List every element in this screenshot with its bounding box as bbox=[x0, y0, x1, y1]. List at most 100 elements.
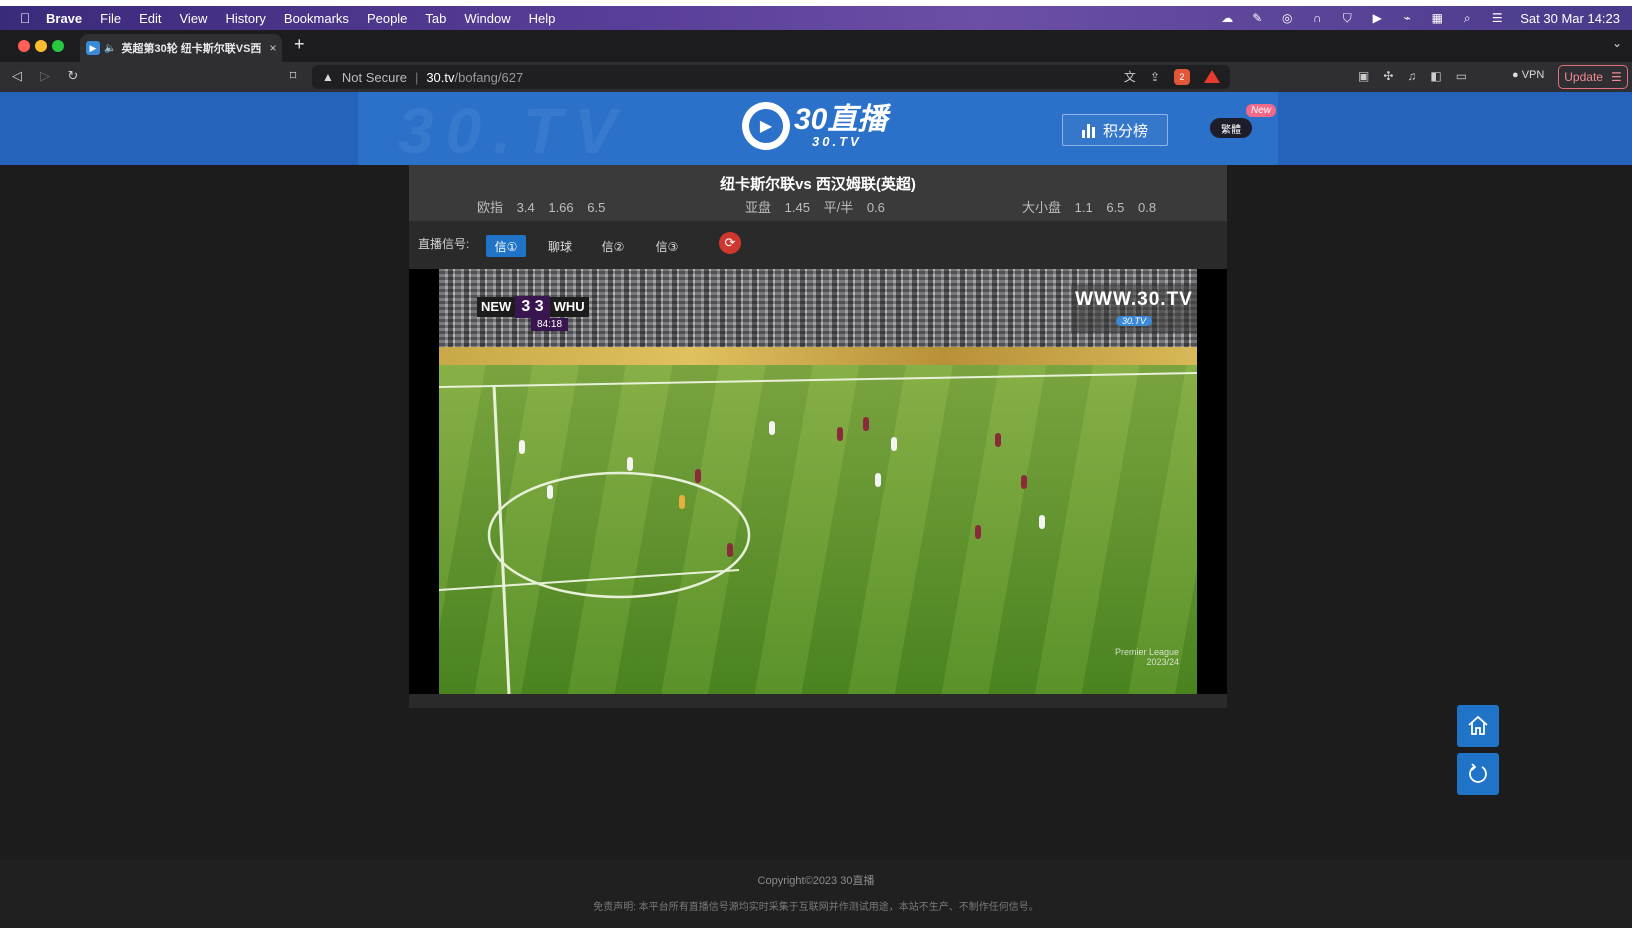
translate-icon[interactable]: 文 bbox=[1124, 68, 1136, 85]
menu-tab[interactable]: Tab bbox=[425, 11, 446, 26]
scoreboard: NEW 3 3 WHU 84:18 bbox=[477, 296, 589, 331]
maximize-window-button[interactable] bbox=[52, 40, 64, 52]
football-pitch bbox=[439, 365, 1197, 694]
video-player[interactable]: NEW 3 3 WHU 84:18 WWW.30.TV 30.TV Premie… bbox=[409, 269, 1227, 694]
away-team: WHU bbox=[549, 297, 589, 317]
flag-uk-icon[interactable]: ▦ bbox=[1430, 11, 1444, 25]
site-logo[interactable]: ▶ 30直播 30.TV bbox=[742, 102, 887, 150]
browser-tab-active[interactable]: ▶ 🔈 英超第30轮 纽卡斯尔联VS西 × bbox=[80, 34, 282, 62]
browser-toolbar: ◁ ▷ ↻ ⌑ ▲ Not Secure | 30.tv /bofang/627… bbox=[0, 62, 1632, 92]
menu-bar-clock[interactable]: Sat 30 Mar 14:23 bbox=[1520, 11, 1620, 26]
odds-asian-away: 0.6 bbox=[866, 200, 885, 215]
address-bar-actions: 文 ⇪ 2 bbox=[1124, 68, 1220, 85]
traditional-chinese-toggle[interactable]: 繁體 bbox=[1210, 118, 1252, 138]
wifi-off-icon[interactable]: ⌁ bbox=[1400, 11, 1414, 25]
headphones-icon[interactable]: ∩ bbox=[1310, 11, 1324, 25]
match-title: 纽卡斯尔联vs 西汉姆联(英超) bbox=[720, 176, 916, 193]
home-icon bbox=[1468, 715, 1488, 735]
menu-app-name[interactable]: Brave bbox=[46, 11, 82, 26]
brave-rewards-icon[interactable] bbox=[1204, 70, 1220, 83]
refresh-icon bbox=[1469, 763, 1487, 783]
address-bar[interactable]: ▲ Not Secure | 30.tv /bofang/627 文 ⇪ 2 bbox=[312, 65, 1230, 89]
match-clock: 84:18 bbox=[531, 318, 569, 331]
wallet-icon[interactable]: ▭ bbox=[1456, 69, 1467, 83]
puzzle-extensions-icon[interactable]: ✣ bbox=[1383, 69, 1393, 83]
screen:  Brave File Edit View History Bookmarks… bbox=[0, 0, 1632, 928]
browser-tab-bar: ▶ 🔈 英超第30轮 纽卡斯尔联VS西 × + ⌄ bbox=[0, 30, 1632, 62]
close-tab-icon[interactable]: × bbox=[264, 41, 282, 55]
watermark-url: WWW.30.TV bbox=[1075, 289, 1193, 310]
signal-label: 直播信号: bbox=[418, 237, 470, 251]
new-tab-button[interactable]: + bbox=[294, 34, 305, 55]
menu-people[interactable]: People bbox=[367, 11, 407, 26]
player-figure bbox=[995, 433, 1001, 447]
control-center-icon[interactable]: ☰ bbox=[1490, 11, 1504, 25]
url-host: 30.tv bbox=[426, 69, 455, 85]
bar-chart-icon bbox=[1081, 122, 1095, 138]
header-watermark: 30.TV bbox=[398, 95, 629, 165]
share-icon[interactable]: ⇪ bbox=[1150, 70, 1160, 84]
sidebar-icon[interactable]: ◧ bbox=[1430, 69, 1441, 83]
minimize-window-button[interactable] bbox=[35, 40, 47, 52]
menu-bookmarks[interactable]: Bookmarks bbox=[284, 11, 349, 26]
menu-window[interactable]: Window bbox=[464, 11, 510, 26]
music-icon[interactable]: ♫ bbox=[1407, 69, 1416, 83]
site-footer: Copyright©2023 30直播 免责声明: 本平台所有直播信号源均实时采… bbox=[0, 860, 1632, 928]
url-separator: | bbox=[414, 69, 419, 85]
brave-shields-icon[interactable]: 2 bbox=[1174, 68, 1190, 85]
player-figure bbox=[863, 417, 869, 431]
tab-list-chevron-icon[interactable]: ⌄ bbox=[1612, 36, 1622, 50]
menu-help[interactable]: Help bbox=[529, 11, 556, 26]
video-watermark: WWW.30.TV 30.TV bbox=[1071, 285, 1197, 333]
menu-edit[interactable]: Edit bbox=[139, 11, 161, 26]
new-badge: New bbox=[1246, 104, 1277, 117]
signal-3-button[interactable]: 信③ bbox=[647, 235, 687, 257]
odds-ou-under: 0.8 bbox=[1138, 200, 1157, 215]
signal-1-button[interactable]: 信① bbox=[486, 235, 526, 257]
signal-selector: 直播信号: 信① 聊球 信② 信③ bbox=[409, 221, 1227, 269]
chat-button[interactable]: 聊球 bbox=[540, 235, 580, 257]
airdrop-icon[interactable]: ◎ bbox=[1280, 11, 1294, 25]
live-video[interactable]: NEW 3 3 WHU 84:18 WWW.30.TV 30.TV Premie… bbox=[439, 269, 1197, 694]
standings-label: 积分榜 bbox=[1102, 122, 1148, 140]
standings-button[interactable]: 积分榜 bbox=[1062, 114, 1168, 146]
spotlight-search-icon[interactable]: ⌕ bbox=[1460, 11, 1474, 25]
tab-title: 英超第30轮 纽卡斯尔联VS西 bbox=[121, 43, 262, 55]
close-window-button[interactable] bbox=[18, 40, 30, 52]
score: 3 3 bbox=[515, 296, 550, 318]
player-figure bbox=[679, 495, 685, 509]
security-status: Not Secure bbox=[341, 69, 407, 85]
site-favicon-icon: ▶ bbox=[86, 41, 100, 55]
reload-icon[interactable]: ↻ bbox=[64, 68, 82, 84]
odds-over-under: 大小盘 1.1 6.5 0.8 bbox=[1022, 197, 1166, 216]
play-icon[interactable]: ▶ bbox=[1370, 11, 1384, 25]
bookmark-icon[interactable]: ⌑ bbox=[284, 68, 302, 84]
match-info: 纽卡斯尔联vs 西汉姆联(英超) 欧指 3.4 1.66 6.5 亚盘 1.45… bbox=[409, 165, 1227, 221]
refresh-signal-icon[interactable]: ⟳ bbox=[719, 232, 741, 254]
player-figure bbox=[875, 473, 881, 487]
player-control-strip[interactable] bbox=[409, 694, 1227, 708]
refresh-float-button[interactable] bbox=[1457, 753, 1499, 795]
apple-icon[interactable]:  bbox=[16, 10, 34, 26]
exhibit-stamp: Exhibit 14, Page 31 bbox=[1490, 896, 1569, 907]
menu-file[interactable]: File bbox=[100, 11, 121, 26]
vpn-button[interactable]: ● VPN bbox=[1512, 69, 1544, 81]
player-figure bbox=[695, 469, 701, 483]
odds-ou-line: 6.5 bbox=[1106, 200, 1125, 215]
logo-title: 30直播 bbox=[794, 102, 888, 136]
menu-view[interactable]: View bbox=[180, 11, 208, 26]
speaker-icon[interactable]: 🔈 bbox=[104, 43, 116, 54]
update-button[interactable]: Update ☰ bbox=[1558, 65, 1628, 89]
player-figure bbox=[627, 457, 633, 471]
translate-extension-icon[interactable]: ▣ bbox=[1358, 69, 1369, 83]
forward-icon[interactable]: ▷ bbox=[36, 68, 54, 84]
home-float-button[interactable] bbox=[1457, 705, 1499, 747]
back-icon[interactable]: ◁ bbox=[8, 68, 26, 84]
vpn-shield-icon[interactable]: ⛉ bbox=[1340, 11, 1354, 25]
player-figure bbox=[1039, 515, 1045, 529]
signal-2-button[interactable]: 信② bbox=[593, 235, 633, 257]
cloud-sync-icon[interactable]: ☁ bbox=[1220, 11, 1234, 25]
menu-history[interactable]: History bbox=[225, 11, 265, 26]
pen-icon[interactable]: ✎ bbox=[1250, 11, 1264, 25]
player-figure bbox=[519, 440, 525, 454]
